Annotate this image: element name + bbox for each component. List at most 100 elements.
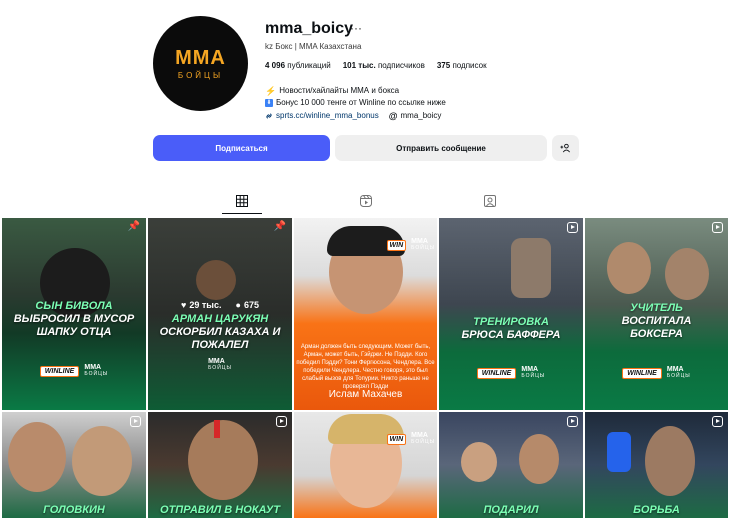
reels-badge-icon xyxy=(130,416,141,427)
mma-logo: MMA БОЙЦЫ xyxy=(84,364,108,378)
grid-icon xyxy=(236,194,248,207)
bio-links: sprts.cc/winline_mma_bonus @ mma_boicy xyxy=(265,110,446,122)
photo-face xyxy=(461,442,497,482)
tab-reels[interactable] xyxy=(346,188,386,214)
post-tile[interactable]: WIN MMA БОЙЦЫ Арман должен быть следующим… xyxy=(294,218,437,410)
post-caption: ПОДАРИЛ xyxy=(439,504,583,517)
down-arrow-icon: ⬇ xyxy=(265,99,273,107)
caption-line: БОРЬБА xyxy=(633,504,680,516)
winline-logo: WIN xyxy=(386,433,407,445)
post-tile[interactable]: WIN MMA БОЙЦЫ xyxy=(294,412,437,518)
photo-fighter xyxy=(645,426,695,496)
post-brand: MMA БОЙЦЫ xyxy=(148,358,292,372)
post-caption: ТРЕНИРОВКА БРЮСА БАФФЕРА xyxy=(439,316,583,342)
tab-posts[interactable] xyxy=(222,188,262,214)
post-caption: АРМАН ЦАРУКЯН ОСКОРБИЛ КАЗАХА И ПОЖАЛЕЛ xyxy=(148,313,292,352)
caption-line: ОСКОРБИЛ КАЗАХА И xyxy=(159,326,281,338)
winline-logo: WIN xyxy=(386,239,407,251)
stat-followers[interactable]: 101 тыс. подписчиков xyxy=(343,61,425,70)
mma-logo-subtext: БОЙЦЫ xyxy=(521,373,546,379)
post-tile[interactable]: УЧИТЕЛЬ ВОСПИТАЛА БОКСЕРА WINLINE MMA БОЙ… xyxy=(585,218,728,410)
post-brand: WINLINE MMA БОЙЦЫ xyxy=(585,366,728,380)
comments-value: 675 xyxy=(243,300,259,310)
stat-posts-label: публикаций xyxy=(287,61,331,70)
mma-logo-text: MMA xyxy=(521,366,539,373)
caption-line: ПОЖАЛЕЛ xyxy=(191,339,249,351)
avatar-logo-subtext: БОЙЦЫ xyxy=(177,70,224,80)
mma-logo-subtext: БОЙЦЫ xyxy=(411,245,435,251)
post-name-plate: Ислам Махачев xyxy=(328,389,403,400)
caption-line: ТРЕНИРОВКА xyxy=(473,316,549,328)
mma-logo-subtext: БОЙЦЫ xyxy=(666,373,691,379)
mma-logo: MMA БОЙЦЫ xyxy=(667,366,691,380)
stat-posts-value: 4 096 xyxy=(265,61,286,70)
mma-logo-subtext: БОЙЦЫ xyxy=(208,365,232,371)
profile-tabs xyxy=(0,188,730,214)
threads-link[interactable]: @ mma_boicy xyxy=(389,110,442,122)
post-tile[interactable]: 📌 СЫН БИВОЛА ВЫБРОСИЛ В МУСОР ШАПКУ ОТЦА… xyxy=(2,218,146,410)
mma-logo: MMA БОЙЦЫ xyxy=(208,358,232,372)
winline-logo: WINLINE xyxy=(39,365,80,377)
stat-following[interactable]: 375 подписок xyxy=(437,61,487,70)
caption-line: ВОСПИТАЛА xyxy=(621,315,692,327)
profile-username: mma_boicy xyxy=(265,20,354,37)
caption-line: СЫН БИВОЛА xyxy=(35,300,113,312)
profile-bio: ⚡ Новости/хайлайты ММА и бокса ⬇ Бонус 1… xyxy=(265,85,446,122)
stat-posts: 4 096 публикаций xyxy=(265,61,331,70)
post-tile[interactable]: АРМАН ЦАРУКЯН ОСКОРБИЛ КАЗАХА И ПОЖАЛЕЛ … xyxy=(148,218,292,410)
post-tile[interactable]: ТРЕНИРОВКА БРЮСА БАФФЕРА WINLINE MMA БОЙЦ… xyxy=(439,218,583,410)
mma-logo: MMA БОЙЦЫ xyxy=(411,238,435,252)
profile-stats: 4 096 публикаций 101 тыс. подписчиков 37… xyxy=(265,61,487,70)
reels-badge-icon xyxy=(567,416,578,427)
posts-grid: 📌 СЫН БИВОЛА ВЫБРОСИЛ В МУСОР ШАПКУ ОТЦА… xyxy=(0,218,730,518)
suggest-user-button[interactable] xyxy=(552,135,579,161)
post-tile[interactable]: ПОДАРИЛ xyxy=(439,412,583,518)
stat-following-value: 375 xyxy=(436,61,451,70)
mma-logo-subtext: БОЙЦЫ xyxy=(411,439,435,445)
message-button[interactable]: Отправить сообщение xyxy=(335,135,547,161)
caption-line: АРМАН ЦАРУКЯН xyxy=(171,313,269,325)
bio-link-text: sprts.cc/winline_mma_bonus xyxy=(276,111,379,120)
bio-line-news-text: Новости/хайлайты ММА и бокса xyxy=(279,86,400,95)
mma-logo-text: MMA xyxy=(411,238,428,245)
post-tile[interactable]: БОРЬБА xyxy=(585,412,728,518)
stat-followers-value: 101 тыс. xyxy=(342,61,376,70)
profile-category: kz Бокс | MMA Казахстана xyxy=(265,42,362,51)
reels-badge-icon xyxy=(712,416,723,427)
post-tile[interactable]: ГОЛОВКИН xyxy=(2,412,146,518)
caption-line: ОТПРАВИЛ В НОКАУТ xyxy=(160,504,280,516)
bio-line-bonus: ⬇ Бонус 10 000 тенге от Winline по ссылк… xyxy=(265,97,446,109)
likes-count: ♥ 29 тыс. xyxy=(181,300,221,310)
mma-logo: MMA БОЙЦЫ xyxy=(411,432,435,446)
lightning-icon: ⚡ xyxy=(265,86,277,96)
reels-badge-icon xyxy=(276,416,287,427)
photo-face xyxy=(665,248,709,300)
mma-logo-text: MMA xyxy=(208,358,225,365)
post-brand: WIN MMA БОЙЦЫ xyxy=(386,432,435,446)
comments-count: ● 675 xyxy=(236,300,259,310)
bio-link[interactable]: sprts.cc/winline_mma_bonus xyxy=(265,110,379,122)
heart-icon: ♥ xyxy=(181,300,187,310)
mma-logo-text: MMA xyxy=(411,432,428,439)
bio-line-bonus-text: Бонус 10 000 тенге от Winline по ссылке … xyxy=(276,98,446,107)
follow-button[interactable]: Подписаться xyxy=(153,135,330,161)
add-user-icon xyxy=(560,143,570,153)
bio-line-news: ⚡ Новости/хайлайты ММА и бокса xyxy=(265,85,446,97)
post-brand: WIN MMA БОЙЦЫ xyxy=(386,238,435,252)
photo-figure xyxy=(511,238,551,298)
threads-handle: mma_boicy xyxy=(400,111,442,120)
tagged-icon xyxy=(484,195,496,207)
photo-face xyxy=(607,242,651,294)
photo-face xyxy=(8,422,66,492)
post-caption: ОТПРАВИЛ В НОКАУТ xyxy=(148,504,292,517)
more-options-icon[interactable]: ··· xyxy=(350,21,362,35)
hover-overlay: ♥ 29 тыс. ● 675 xyxy=(148,218,292,310)
reels-badge-icon xyxy=(567,222,578,233)
tab-tagged[interactable] xyxy=(470,188,510,214)
reels-badge-icon xyxy=(712,222,723,233)
caption-line: УЧИТЕЛЬ xyxy=(630,302,683,314)
mma-logo-subtext: БОЙЦЫ xyxy=(84,371,109,377)
profile-avatar[interactable]: MMA БОЙЦЫ xyxy=(153,16,248,111)
post-tile[interactable]: ОТПРАВИЛ В НОКАУТ xyxy=(148,412,292,518)
photo-fighter xyxy=(188,420,258,500)
